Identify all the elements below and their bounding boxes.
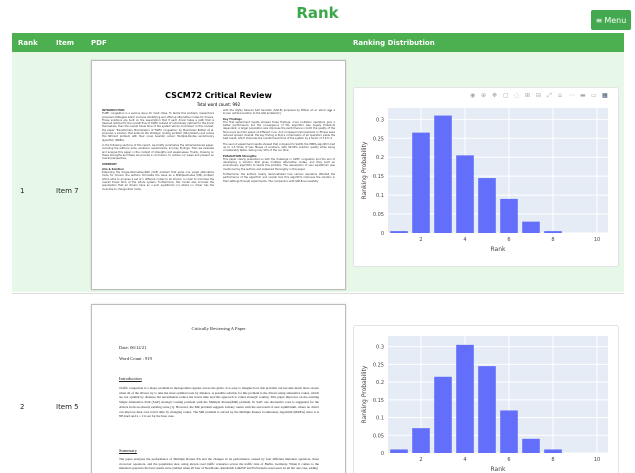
bar xyxy=(522,221,540,233)
bar xyxy=(500,198,518,233)
x-axis-label: Rank xyxy=(491,246,507,253)
para: EVALUATION Strengths This paper clearly p… xyxy=(223,154,335,171)
x-tick-label: 8 xyxy=(551,237,554,243)
page-title: Rank xyxy=(296,4,339,22)
header-pdf: PDF xyxy=(91,39,107,47)
bar xyxy=(544,449,562,453)
bar xyxy=(390,231,408,233)
para: The second experiment results showed tha… xyxy=(223,142,335,153)
table-header: Rank Item PDF Ranking Distribution xyxy=(12,33,624,52)
hamburger-icon: ≡ xyxy=(595,15,603,25)
zoom-icon[interactable]: ⊕ xyxy=(481,92,486,99)
x-tick-label: 6 xyxy=(507,457,510,463)
pan-icon[interactable]: ✥ xyxy=(492,92,497,99)
y-tick-label: 0.15 xyxy=(373,398,384,404)
ranking-chart[interactable]: 0 0.05 0.1 0.15 0.2 0.25 0.3 2 4 6 8 10 Rank Ranking … xyxy=(353,87,619,267)
pdf-date: Date: 06/12/21 xyxy=(119,345,147,350)
y-tick-label: 0.1 xyxy=(376,193,384,199)
bar xyxy=(478,366,496,453)
x-tick-label: 4 xyxy=(463,457,466,463)
y-tick-label: 0.2 xyxy=(376,155,384,161)
box-select-icon[interactable]: ▢ xyxy=(503,92,509,99)
y-tick-label: 0.1 xyxy=(376,416,384,422)
y-tick-label: 0.3 xyxy=(376,117,384,123)
pdf-viewer[interactable]: Critically Reviewing A Paper Date: 06/12… xyxy=(91,304,346,473)
bar xyxy=(412,132,430,233)
pdf-word-count: Total word count: 992 xyxy=(196,102,241,107)
y-tick-label: 0 xyxy=(381,451,384,457)
menu-button[interactable]: ≡ Menu xyxy=(591,10,631,30)
hover-compare-icon[interactable]: ▭ xyxy=(591,92,597,99)
zoom-out-icon[interactable]: ⊟ xyxy=(536,92,541,99)
pdf-viewer[interactable]: CSCM72 Critical Review Total word count:… xyxy=(91,60,346,290)
y-tick-label: 0.2 xyxy=(376,380,384,386)
y-tick-label: 0.05 xyxy=(373,212,384,218)
pdf-column-left: INTRODUCTION Traffic congestion is a seri… xyxy=(102,109,214,191)
ranking-chart-svg[interactable]: 0 0.05 0.1 0.15 0.2 0.25 0.3 2 4 6 8 10 Rank Ranking … xyxy=(354,88,618,266)
plotly-logo-icon[interactable]: ▦ xyxy=(602,92,608,99)
x-tick-label: 10 xyxy=(594,237,600,243)
y-tick-label: 0.05 xyxy=(373,433,384,439)
y-axis-label: Ranking Probability xyxy=(361,365,368,423)
camera-icon[interactable]: ◉ xyxy=(470,92,475,99)
menu-label: Menu xyxy=(604,15,627,25)
bar xyxy=(456,155,474,233)
x-tick-label: 10 xyxy=(594,457,600,463)
x-tick-label: 6 xyxy=(507,237,510,243)
bar xyxy=(544,231,562,233)
pdf-word-count: Word Count : 919 xyxy=(119,356,152,361)
header-item: Item xyxy=(56,39,74,47)
pdf-intro-heading: Introduction xyxy=(119,376,142,381)
hover-closest-icon[interactable]: ▬ xyxy=(580,92,586,99)
para: INTRODUCTION Traffic congestion is a seri… xyxy=(102,109,215,142)
para: with the highly tailored SAP heuristic (… xyxy=(223,109,335,116)
y-tick-label: 0.15 xyxy=(373,174,384,180)
x-axis-label: Rank xyxy=(491,466,507,473)
x-tick-label: 4 xyxy=(463,237,466,243)
bar xyxy=(434,115,452,233)
para: Key Findings The first experiment results… xyxy=(223,117,335,141)
bar xyxy=(478,178,496,233)
pdf-intro: Traffic congestion is a major problem in… xyxy=(119,386,319,419)
y-tick-label: 0.25 xyxy=(373,136,384,142)
spike-lines-icon[interactable]: ⋯ xyxy=(569,92,575,99)
autoscale-icon[interactable]: ⤢ xyxy=(547,92,552,99)
x-tick-label: 2 xyxy=(419,457,422,463)
header-rank: Rank xyxy=(18,39,38,47)
bar xyxy=(412,428,430,453)
x-tick-label: 8 xyxy=(551,457,554,463)
lasso-icon[interactable]: ◌ xyxy=(514,92,519,99)
pdf-title: Critically Reviewing A Paper xyxy=(191,326,246,331)
para: Aim & Solution Extending the Single-Alter… xyxy=(102,167,214,191)
para: Furthermore, the authors clearly demonst… xyxy=(223,173,335,183)
y-axis-label: Ranking Probability xyxy=(361,141,368,199)
table-row: 1 Item 7 CSCM72 Critical Review Total wo… xyxy=(12,52,624,292)
pdf-column-right: with the highly tailored SAP heuristic (… xyxy=(223,109,335,183)
header-ranking-distribution: Ranking Distribution xyxy=(353,39,435,47)
para: SUMMARY xyxy=(102,163,117,167)
para: In the following sections of this report… xyxy=(102,143,214,161)
table-row: 2 Item 5 Critically Reviewing A Paper Da… xyxy=(12,293,624,473)
reset-axes-icon[interactable]: ⌂ xyxy=(558,92,562,99)
zoom-in-icon[interactable]: ⊞ xyxy=(525,92,530,99)
item-cell: Item 5 xyxy=(56,403,79,411)
y-tick-label: 0 xyxy=(381,231,384,237)
bar xyxy=(500,410,518,453)
bar xyxy=(522,438,540,453)
ranking-chart[interactable]: 0 0.05 0.1 0.15 0.2 0.25 0.3 2 4 6 8 10 Rank Ranking … xyxy=(353,325,619,473)
pdf-summary-heading: Summary xyxy=(119,448,137,453)
bar xyxy=(390,449,408,453)
rank-table: Rank Item PDF Ranking Distribution 1 Ite… xyxy=(12,33,624,473)
y-tick-label: 0.25 xyxy=(373,362,384,368)
x-tick-label: 2 xyxy=(419,237,422,243)
pdf-summary: The paper analyses the performance of Mu… xyxy=(119,457,319,471)
rank-cell: 1 xyxy=(20,187,25,195)
rank-cell: 2 xyxy=(20,403,25,411)
bar xyxy=(434,376,452,453)
y-tick-label: 0.3 xyxy=(376,345,384,351)
pdf-title: CSCM72 Critical Review xyxy=(165,91,272,100)
item-cell: Item 7 xyxy=(56,187,79,195)
bar xyxy=(456,344,474,453)
ranking-chart-svg[interactable]: 0 0.05 0.1 0.15 0.2 0.25 0.3 2 4 6 8 10 Rank Ranking … xyxy=(354,326,618,473)
